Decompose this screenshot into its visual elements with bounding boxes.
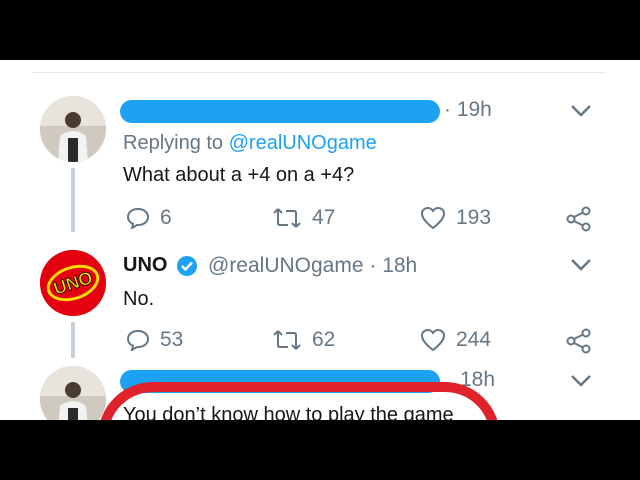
share-icon [566, 206, 591, 232]
twitter-thread: · 19h Replying to @realUNOgame What abou… [0, 60, 640, 420]
retweet-icon [273, 330, 301, 350]
retweet-count: 62 [312, 328, 336, 351]
tweet-text: What about a +4 on a +4? [123, 164, 355, 186]
replying-to: Replying to @realUNOgame [123, 132, 377, 154]
share-button[interactable] [566, 206, 592, 232]
retweet-count: 47 [312, 206, 336, 229]
redacted-username [120, 100, 440, 123]
chevron-down-icon[interactable] [570, 374, 592, 388]
reply-button[interactable]: 53 [126, 328, 183, 352]
share-icon [566, 328, 591, 354]
reply-icon [126, 207, 150, 229]
share-button[interactable] [566, 328, 592, 354]
chevron-down-icon[interactable] [570, 258, 592, 272]
handle-and-time: @realUNOgame · 18h [208, 254, 418, 277]
like-button[interactable]: 244 [420, 328, 491, 352]
reply-button[interactable]: 6 [126, 206, 172, 230]
avatar[interactable] [40, 366, 106, 420]
like-count: 244 [456, 328, 492, 351]
retweet-button[interactable]: 62 [272, 328, 335, 352]
like-icon [420, 206, 446, 230]
red-annotation-circle [98, 382, 500, 420]
tweet-time: · 19h [444, 98, 492, 121]
display-name[interactable]: UNO [123, 254, 167, 277]
verified-icon [177, 256, 197, 276]
uno-logo-icon: UNO [40, 250, 106, 316]
like-button[interactable]: 193 [420, 206, 491, 230]
reply-count: 6 [160, 206, 172, 229]
retweet-button[interactable]: 47 [272, 206, 335, 230]
thread-line [71, 322, 75, 358]
divider [32, 72, 606, 73]
like-count: 193 [456, 206, 492, 229]
like-icon [420, 328, 446, 352]
uno-avatar[interactable]: UNO [40, 250, 106, 316]
retweet-icon [273, 208, 301, 228]
tweet-text: No. [123, 288, 155, 310]
thread-line [71, 168, 75, 232]
reply-icon [126, 329, 150, 351]
avatar[interactable] [40, 96, 106, 162]
chevron-down-icon[interactable] [570, 104, 592, 118]
reply-handle-link[interactable]: @realUNOgame [229, 132, 377, 154]
reply-count: 53 [160, 328, 184, 351]
